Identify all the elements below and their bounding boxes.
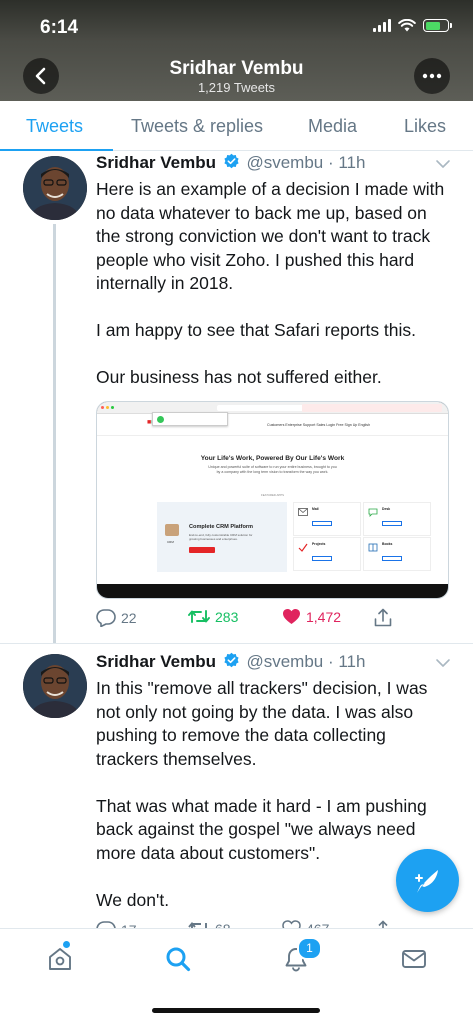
- tweet-actions: 17 68 467: [96, 920, 456, 928]
- home-unread-dot: [63, 941, 70, 948]
- share-icon: [378, 920, 388, 928]
- verified-badge-icon: [224, 652, 239, 668]
- avatar-image: [23, 654, 87, 718]
- tweet-2[interactable]: Sridhar Vembu @svembu · 11h In this "rem…: [0, 0, 473, 928]
- nav-search[interactable]: [162, 943, 194, 975]
- like-count: 467: [306, 921, 329, 929]
- tweet-paragraph: That was what made it hard - I am pushin…: [96, 795, 427, 863]
- reply-icon: [96, 921, 116, 928]
- tweet-time: · 11h: [327, 652, 366, 671]
- nav-home[interactable]: [44, 941, 76, 975]
- nav-messages[interactable]: [398, 943, 430, 975]
- heart-outline-icon: [282, 920, 301, 928]
- reply-button[interactable]: 17: [96, 920, 137, 928]
- author-handle: @svembu: [246, 652, 324, 671]
- compose-feather-icon: [414, 869, 438, 893]
- tweet-paragraph: In this "remove all trackers" decision, …: [96, 678, 428, 769]
- compose-tweet-button[interactable]: [396, 849, 459, 912]
- author-name[interactable]: Sridhar Vembu: [96, 652, 216, 671]
- notifications-badge: 1: [297, 937, 322, 960]
- tweet-header: Sridhar Vembu @svembu · 11h: [96, 652, 365, 672]
- home-indicator: [152, 1008, 320, 1013]
- mail-icon: [402, 950, 426, 968]
- nav-notifications[interactable]: 1: [280, 937, 322, 975]
- retweet-icon: [188, 922, 207, 928]
- avatar[interactable]: [23, 654, 87, 718]
- chevron-down-icon[interactable]: [435, 658, 451, 668]
- like-button[interactable]: 467: [282, 920, 329, 928]
- retweet-button[interactable]: 68: [188, 920, 231, 928]
- retweet-count: 68: [215, 921, 231, 929]
- home-icon: [49, 948, 71, 970]
- share-button[interactable]: [374, 920, 392, 928]
- search-icon: [166, 947, 191, 972]
